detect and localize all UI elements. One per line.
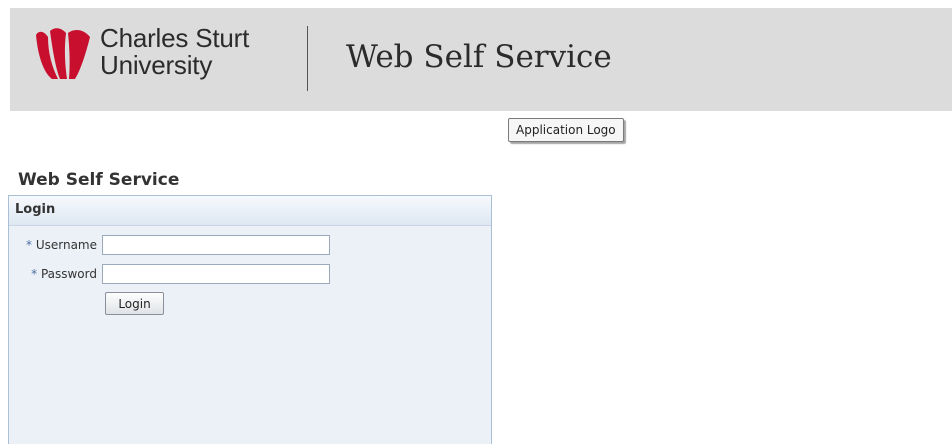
password-input[interactable] (102, 264, 330, 284)
password-label-box: * Password (9, 264, 97, 286)
password-row: * Password (9, 264, 349, 286)
login-panel-header: Login (9, 196, 491, 226)
page-title: Web Self Service (18, 170, 180, 190)
required-marker: * (31, 267, 38, 281)
login-panel-title: Login (15, 202, 56, 217)
username-input[interactable] (102, 235, 330, 255)
password-label-text: Password (40, 267, 97, 281)
password-label: * Password (31, 267, 97, 281)
site-header: Charles Sturt University Web Self Servic… (10, 8, 952, 111)
username-label: * Username (26, 238, 97, 252)
username-label-box: * Username (9, 235, 97, 257)
username-row: * Username (9, 235, 349, 257)
login-button[interactable]: Login (105, 292, 164, 315)
required-marker: * (26, 238, 32, 252)
application-logo-tooltip: Application Logo (508, 118, 624, 142)
brand-name-line-1: Charles Sturt (100, 23, 250, 53)
login-panel: Login * Username * Password Login (8, 195, 492, 444)
application-title: Web Self Service (346, 39, 612, 75)
username-label-text: Username (35, 238, 97, 252)
university-logo-icon (36, 28, 90, 80)
header-divider (307, 26, 308, 91)
brand-name-line-2: University (100, 50, 213, 80)
